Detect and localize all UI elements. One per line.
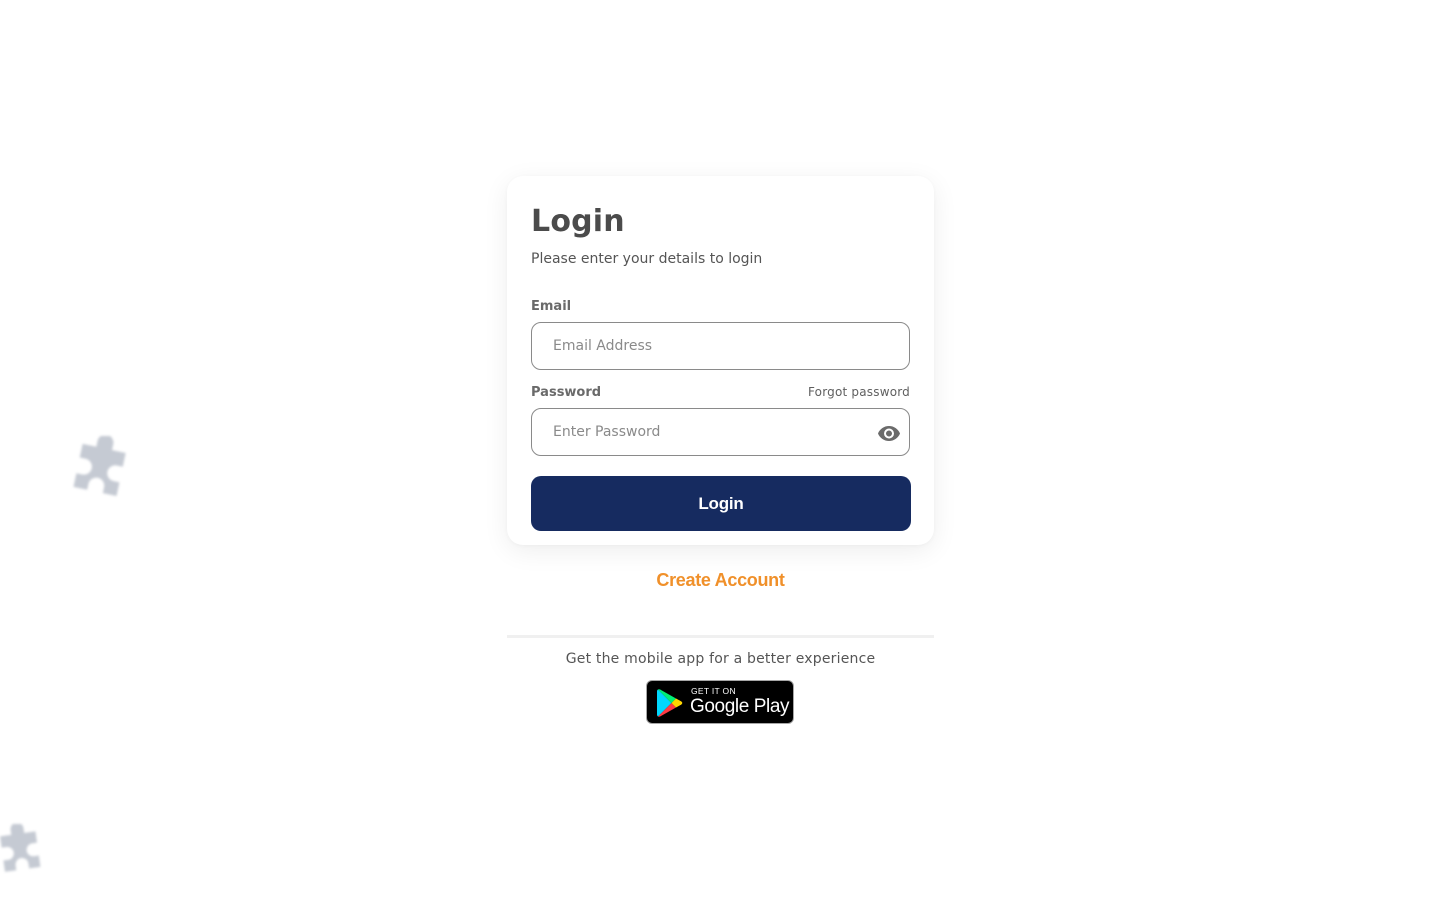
- login-page: Login Please enter your details to login…: [0, 0, 1440, 900]
- email-field-wrapper: [531, 322, 910, 370]
- password-field-wrapper: [531, 408, 910, 456]
- login-button[interactable]: Login: [531, 476, 911, 531]
- login-subtitle: Please enter your details to login: [531, 251, 763, 267]
- login-card: Login Please enter your details to login…: [507, 176, 934, 545]
- badge-get-it-text: GET IT ON: [691, 686, 736, 696]
- forgot-password-link[interactable]: Forgot password: [808, 385, 910, 399]
- password-label: Password: [531, 384, 602, 400]
- email-label: Email: [531, 298, 572, 314]
- email-label-row: Email: [531, 298, 910, 314]
- email-input[interactable]: [532, 323, 909, 369]
- eye-icon[interactable]: [877, 421, 901, 445]
- password-label-row: Password Forgot password: [531, 384, 910, 400]
- mobile-app-text: Get the mobile app for a better experien…: [565, 651, 876, 667]
- divider: [507, 635, 934, 638]
- create-account-link[interactable]: Create Account: [507, 570, 934, 591]
- puzzle-piece-icon: [0, 824, 41, 872]
- badge-store-name: Google Play: [690, 696, 790, 717]
- puzzle-piece-icon: [73, 436, 126, 497]
- password-input[interactable]: [532, 409, 909, 455]
- google-play-badge[interactable]: GET IT ON Google Play: [646, 680, 794, 724]
- google-play-logo-icon: [657, 689, 683, 717]
- page-title: Login: [531, 204, 625, 239]
